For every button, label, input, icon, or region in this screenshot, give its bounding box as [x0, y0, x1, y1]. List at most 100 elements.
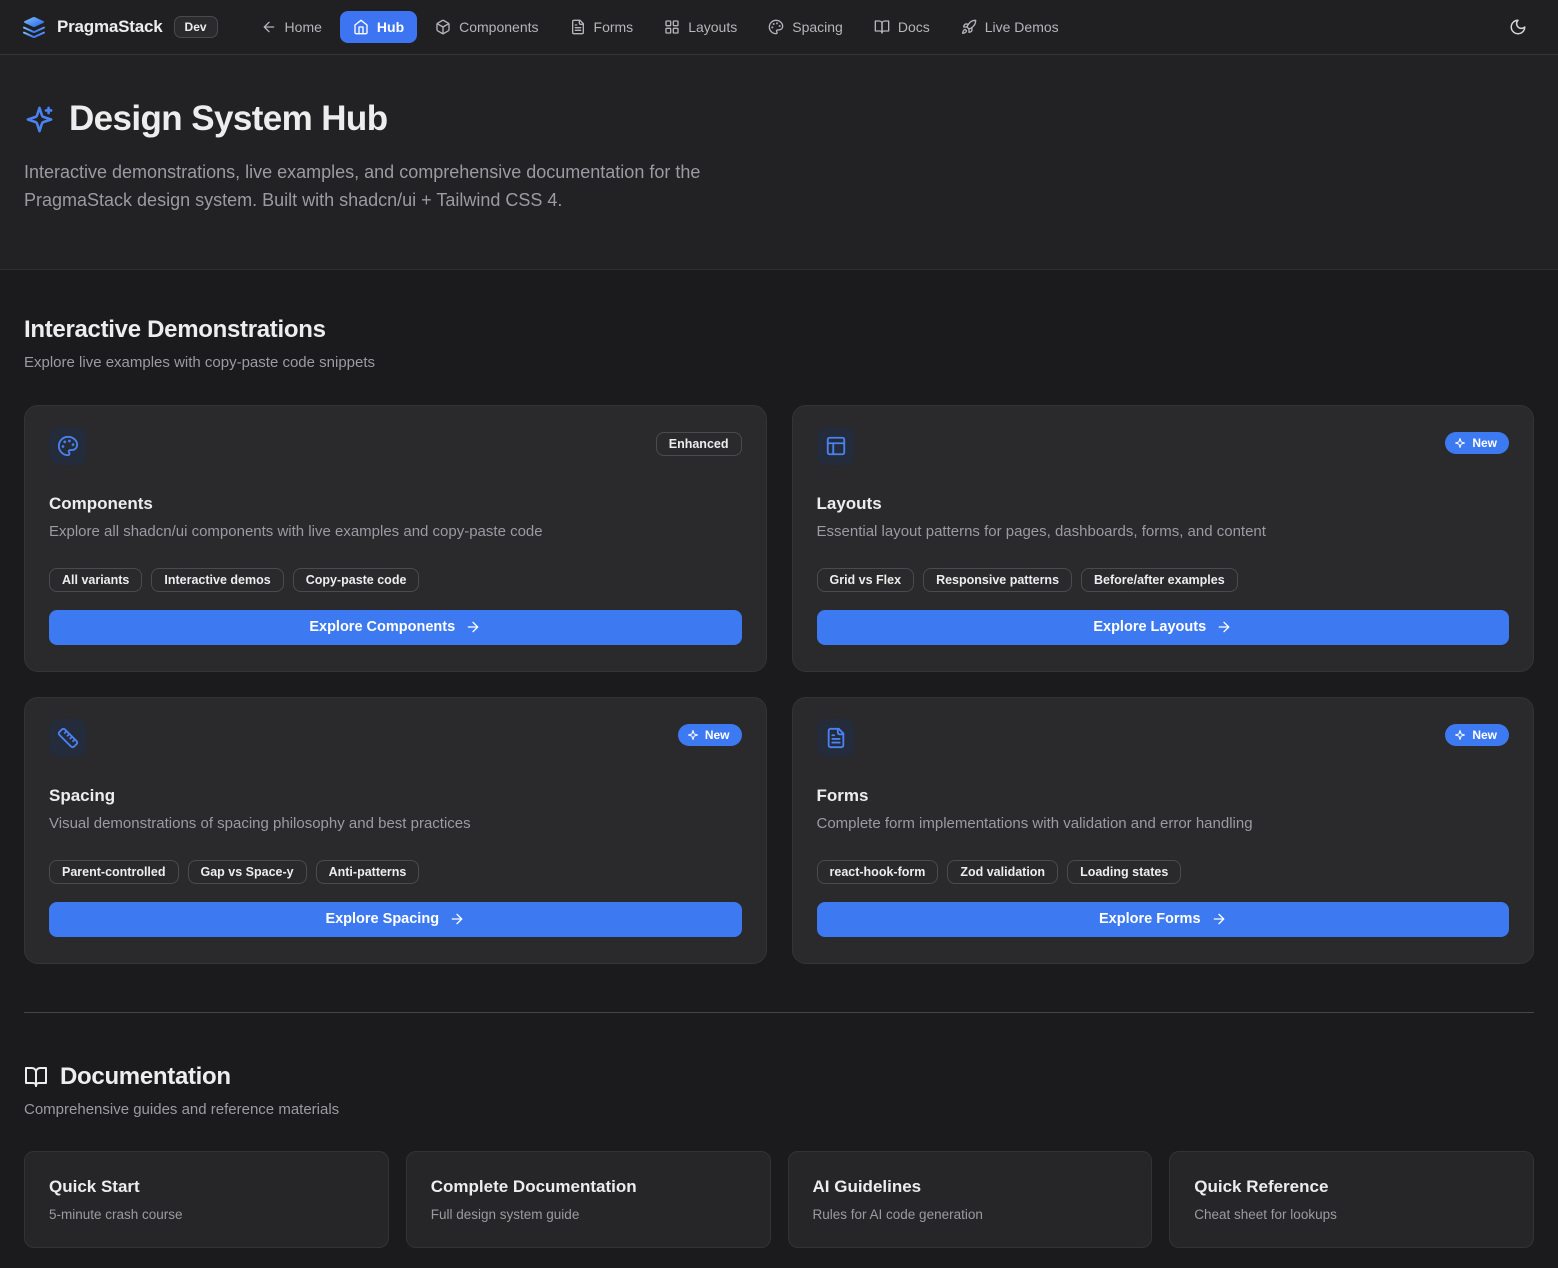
- nav-item-layouts[interactable]: Layouts: [651, 11, 750, 43]
- doc-card-title: Quick Start: [49, 1177, 364, 1197]
- tag-row: Parent-controlled Gap vs Space-y Anti-pa…: [49, 860, 742, 884]
- doc-card-quick-reference[interactable]: Quick Reference Cheat sheet for lookups: [1169, 1151, 1534, 1248]
- nav-label: Layouts: [688, 19, 737, 35]
- card-title: Forms: [817, 786, 1510, 806]
- card-description: Visual demonstrations of spacing philoso…: [49, 815, 742, 832]
- demos-section: Interactive Demonstrations Explore live …: [24, 270, 1534, 964]
- explore-layouts-button[interactable]: Explore Layouts: [817, 610, 1510, 645]
- sparkles-icon: [1454, 729, 1466, 741]
- card-description: Complete form implementations with valid…: [817, 815, 1510, 832]
- badge-label: New: [1472, 728, 1497, 742]
- button-label: Explore Components: [309, 619, 455, 635]
- nav-item-docs[interactable]: Docs: [861, 11, 943, 43]
- doc-card-description: Full design system guide: [431, 1207, 746, 1222]
- package-icon: [435, 19, 451, 35]
- docs-section-subtitle: Comprehensive guides and reference mater…: [24, 1101, 1534, 1118]
- sparkles-icon: [24, 104, 55, 135]
- nav-label: Hub: [377, 19, 404, 35]
- docs-section-title: Documentation: [60, 1063, 231, 1091]
- nav-label: Home: [285, 19, 322, 35]
- demo-card-grid: Enhanced Components Explore all shadcn/u…: [24, 405, 1534, 964]
- explore-forms-button[interactable]: Explore Forms: [817, 902, 1510, 937]
- file-text-icon: [817, 719, 855, 757]
- nav-item-forms[interactable]: Forms: [557, 11, 647, 43]
- doc-card-ai-guidelines[interactable]: AI Guidelines Rules for AI code generati…: [788, 1151, 1153, 1248]
- demos-section-title: Interactive Demonstrations: [24, 316, 1534, 344]
- feature-tag: Parent-controlled: [49, 860, 179, 884]
- button-label: Explore Forms: [1099, 911, 1201, 927]
- feature-tag: Loading states: [1067, 860, 1181, 884]
- nav-label: Live Demos: [985, 19, 1059, 35]
- arrow-right-icon: [1211, 911, 1227, 927]
- sparkles-icon: [687, 729, 699, 741]
- button-label: Explore Layouts: [1093, 619, 1206, 635]
- nav-item-live-demos[interactable]: Live Demos: [948, 11, 1072, 43]
- ruler-icon: [49, 719, 87, 757]
- demos-section-subtitle: Explore live examples with copy-paste co…: [24, 354, 1534, 371]
- arrow-right-icon: [1216, 619, 1232, 635]
- palette-icon: [768, 19, 784, 35]
- feature-tag: Interactive demos: [151, 568, 283, 592]
- sparkles-icon: [1454, 437, 1466, 449]
- main-nav: Home Hub Components Forms Layouts: [248, 11, 1072, 43]
- book-open-icon: [874, 19, 890, 35]
- demo-card-spacing: New Spacing Visual demonstrations of spa…: [24, 697, 767, 964]
- card-title: Components: [49, 494, 742, 514]
- panels-top-left-icon: [817, 427, 855, 465]
- card-title: Layouts: [817, 494, 1510, 514]
- env-badge: Dev: [174, 16, 218, 38]
- doc-card-complete-documentation[interactable]: Complete Documentation Full design syste…: [406, 1151, 771, 1248]
- hero-section: Design System Hub Interactive demonstrat…: [0, 55, 1558, 270]
- home-icon: [353, 19, 369, 35]
- nav-label: Forms: [594, 19, 634, 35]
- explore-components-button[interactable]: Explore Components: [49, 610, 742, 645]
- new-badge: New: [678, 724, 742, 746]
- layers-logo-icon: [22, 15, 46, 39]
- badge-label: New: [705, 728, 730, 742]
- nav-label: Spacing: [792, 19, 843, 35]
- nav-label: Components: [459, 19, 538, 35]
- card-title: Spacing: [49, 786, 742, 806]
- feature-tag: react-hook-form: [817, 860, 939, 884]
- doc-card-quick-start[interactable]: Quick Start 5-minute crash course: [24, 1151, 389, 1248]
- page-description: Interactive demonstrations, live example…: [24, 159, 769, 215]
- arrow-right-icon: [449, 911, 465, 927]
- tag-row: react-hook-form Zod validation Loading s…: [817, 860, 1510, 884]
- feature-tag: Zod validation: [947, 860, 1058, 884]
- tag-row: All variants Interactive demos Copy-past…: [49, 568, 742, 592]
- nav-item-spacing[interactable]: Spacing: [755, 11, 856, 43]
- doc-card-description: Cheat sheet for lookups: [1194, 1207, 1509, 1222]
- button-label: Explore Spacing: [325, 911, 439, 927]
- feature-tag: Copy-paste code: [293, 568, 420, 592]
- nav-item-hub[interactable]: Hub: [340, 11, 417, 43]
- nav-item-components[interactable]: Components: [422, 11, 551, 43]
- explore-spacing-button[interactable]: Explore Spacing: [49, 902, 742, 937]
- tag-row: Grid vs Flex Responsive patterns Before/…: [817, 568, 1510, 592]
- layout-grid-icon: [664, 19, 680, 35]
- status-badge: Enhanced: [656, 432, 742, 456]
- theme-toggle-button[interactable]: [1500, 9, 1536, 45]
- page-title: Design System Hub: [69, 99, 388, 139]
- doc-card-description: Rules for AI code generation: [813, 1207, 1128, 1222]
- file-text-icon: [570, 19, 586, 35]
- docs-card-grid: Quick Start 5-minute crash course Comple…: [24, 1151, 1534, 1248]
- nav-label: Docs: [898, 19, 930, 35]
- doc-card-title: Quick Reference: [1194, 1177, 1509, 1197]
- card-description: Explore all shadcn/ui components with li…: [49, 523, 742, 540]
- demo-card-layouts: New Layouts Essential layout patterns fo…: [792, 405, 1535, 672]
- new-badge: New: [1445, 432, 1509, 454]
- demo-card-forms: New Forms Complete form implementations …: [792, 697, 1535, 964]
- card-description: Essential layout patterns for pages, das…: [817, 523, 1510, 540]
- moon-icon: [1509, 18, 1527, 36]
- doc-card-description: 5-minute crash course: [49, 1207, 364, 1222]
- arrow-right-icon: [465, 619, 481, 635]
- nav-item-home[interactable]: Home: [248, 11, 335, 43]
- feature-tag: Grid vs Flex: [817, 568, 915, 592]
- docs-section: Documentation Comprehensive guides and r…: [24, 1013, 1534, 1248]
- navbar: PragmaStack Dev Home Hub Components Fo: [0, 0, 1558, 55]
- main-content: Interactive Demonstrations Explore live …: [0, 270, 1558, 1268]
- feature-tag: Anti-patterns: [316, 860, 420, 884]
- doc-card-title: AI Guidelines: [813, 1177, 1128, 1197]
- brand-name[interactable]: PragmaStack: [57, 17, 163, 37]
- arrow-left-icon: [261, 19, 277, 35]
